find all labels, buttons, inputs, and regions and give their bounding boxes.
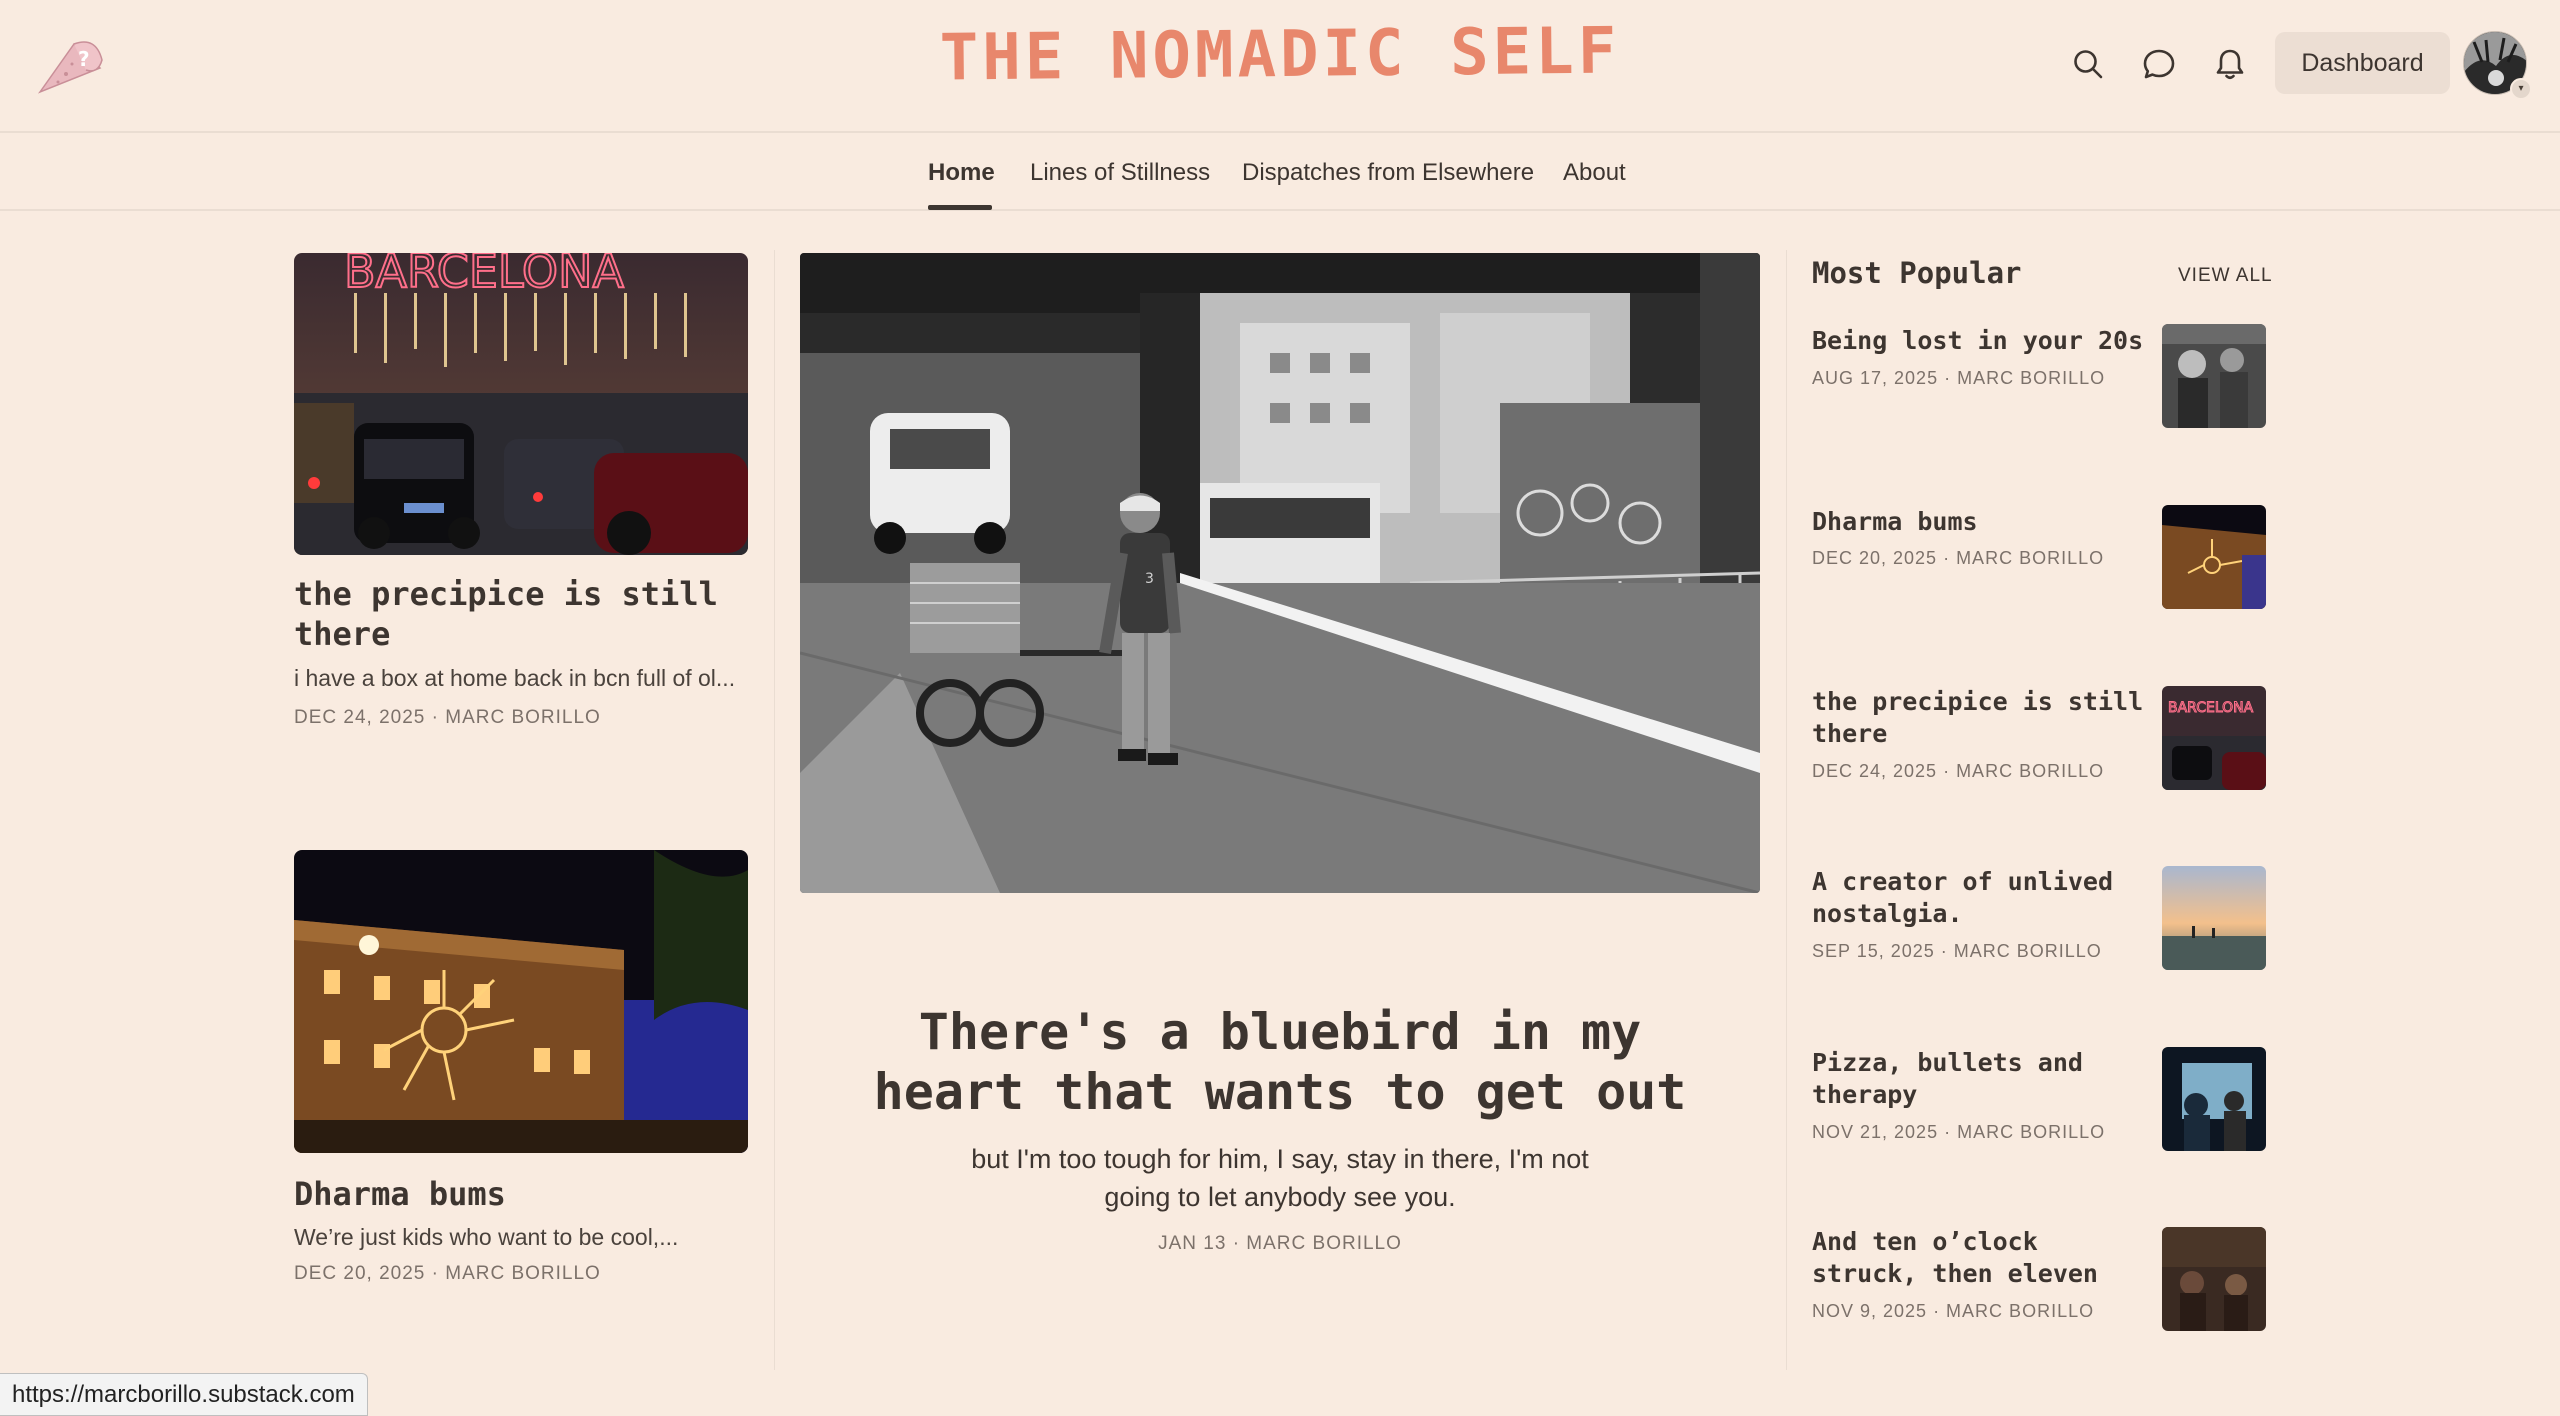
view-all-link[interactable]: VIEW ALL — [2178, 265, 2273, 287]
popular-post-thumbnail[interactable] — [2162, 324, 2266, 428]
section-nav: Home Lines of Stillness Dispatches from … — [0, 133, 2560, 211]
popular-post-meta: SEP 15, 2025 · MARC BORILLO — [1812, 941, 2102, 961]
popular-post-thumbnail[interactable]: BARCELONA — [2162, 686, 2266, 790]
post-subtitle: i have a box at home back in bcn full of… — [294, 665, 736, 691]
popular-post-meta: DEC 24, 2025 · MARC BORILLO — [1812, 761, 2105, 781]
popular-post-title[interactable]: Pizza, bullets and therapy — [1812, 1047, 2152, 1111]
most-popular-heading: Most Popular — [1812, 256, 2022, 290]
tab-home[interactable]: Home — [928, 159, 995, 187]
tab-dispatches-from-elsewhere[interactable]: Dispatches from Elsewhere — [1242, 159, 1534, 187]
tab-lines-of-stillness[interactable]: Lines of Stillness — [1030, 159, 1210, 187]
active-tab-indicator — [928, 205, 992, 210]
account-menu-chevron-down-icon[interactable]: ▾ — [2510, 78, 2532, 100]
popular-post-title[interactable]: the precipice is still there — [1812, 686, 2152, 750]
site-header: ? THE NOMADIC SELF Dashboard ▾ — [0, 0, 2560, 133]
popular-post-meta: DEC 20, 2025 · MARC BORILLO — [1812, 548, 2105, 568]
popular-post-thumbnail[interactable] — [2162, 866, 2266, 970]
search-icon[interactable] — [2068, 44, 2108, 84]
popular-post-thumbnail[interactable] — [2162, 1047, 2266, 1151]
hero-post-meta: JAN 13 · MARC BORILLO — [1158, 1233, 1402, 1254]
post-subtitle: We’re just kids who want to be cool,... — [294, 1224, 679, 1250]
post-title[interactable]: Dharma bums — [294, 1174, 748, 1214]
svg-text:BARCELONA: BARCELONA — [2168, 700, 2254, 716]
post-thumbnail-barcelona[interactable]: BARCELONA — [294, 253, 748, 555]
hero-image[interactable]: 3 — [800, 253, 1760, 893]
popular-post-meta: NOV 21, 2025 · MARC BORILLO — [1812, 1122, 2106, 1142]
popular-post-title[interactable]: Being lost in your 20s — [1812, 325, 2152, 357]
post-meta: DEC 20, 2025 · MARC BORILLO — [294, 1263, 601, 1284]
post-meta: DEC 24, 2025 · MARC BORILLO — [294, 707, 601, 728]
popular-post-title[interactable]: And ten o’clock struck, then eleven — [1812, 1226, 2152, 1290]
popular-post-thumbnail[interactable] — [2162, 505, 2266, 609]
popular-post-title[interactable]: A creator of unlived nostalgia. — [1812, 866, 2152, 930]
popular-post-meta: NOV 9, 2025 · MARC BORILLO — [1812, 1301, 2095, 1321]
svg-text:3: 3 — [1145, 571, 1154, 587]
post-title[interactable]: the precipice is still there — [294, 574, 748, 654]
chat-icon[interactable] — [2139, 44, 2179, 84]
column-divider — [774, 250, 775, 1370]
link-preview-status-bar: https://marcborillo.substack.com — [0, 1373, 368, 1416]
hero-post-subtitle: but I'm too tough for him, I say, stay i… — [971, 1144, 1589, 1212]
popular-post-meta: AUG 17, 2025 · MARC BORILLO — [1812, 368, 2106, 388]
dashboard-button[interactable]: Dashboard — [2275, 32, 2450, 94]
bell-icon[interactable] — [2210, 44, 2250, 84]
column-divider — [1786, 250, 1787, 1370]
popular-post-thumbnail[interactable] — [2162, 1227, 2266, 1331]
popular-post-title[interactable]: Dharma bums — [1812, 506, 2152, 538]
hero-post-title[interactable]: There's a bluebird in my heart that want… — [860, 1002, 1700, 1122]
post-thumbnail-night-building[interactable] — [294, 850, 748, 1153]
tab-about[interactable]: About — [1563, 159, 1626, 187]
barcelona-neon-sign: BARCELONA — [344, 253, 624, 298]
